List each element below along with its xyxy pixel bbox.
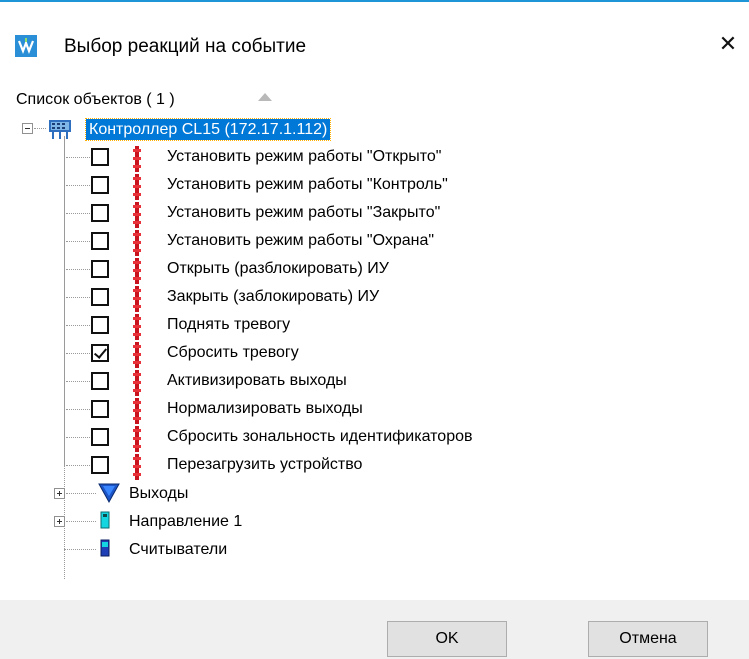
readers-icon	[100, 539, 110, 557]
tree-item-readers[interactable]: Считыватели	[129, 540, 227, 560]
action-label[interactable]: Закрыть (заблокировать) ИУ	[167, 287, 379, 307]
action-checkbox[interactable]	[91, 316, 109, 334]
reaction-icon	[133, 258, 141, 284]
reaction-icon	[133, 202, 141, 228]
tree-connector	[66, 185, 90, 186]
tree-connector	[66, 157, 90, 158]
action-checkbox[interactable]	[91, 148, 109, 166]
action-label[interactable]: Поднять тревогу	[167, 315, 290, 335]
action-checkbox[interactable]	[91, 428, 109, 446]
reaction-icon	[133, 230, 141, 256]
action-checkbox[interactable]	[91, 344, 109, 362]
action-label[interactable]: Нормализировать выходы	[167, 399, 363, 419]
action-label[interactable]: Установить режим работы "Открыто"	[167, 147, 441, 167]
action-checkbox[interactable]	[91, 176, 109, 194]
reaction-icon	[133, 342, 141, 368]
tree-connector	[66, 465, 90, 466]
reaction-icon	[133, 146, 141, 172]
tree-connector	[66, 325, 90, 326]
direction-icon	[100, 511, 110, 529]
action-label[interactable]: Перезагрузить устройство	[167, 455, 362, 475]
tree-connector	[64, 549, 96, 550]
tree-connector	[66, 353, 90, 354]
tree-connector	[66, 521, 96, 522]
tree-connector	[66, 213, 90, 214]
reaction-icon	[133, 314, 141, 340]
reaction-icon	[133, 454, 141, 480]
tree-connector	[66, 409, 90, 410]
action-label[interactable]: Сбросить тревогу	[167, 343, 299, 363]
expand-outputs-button[interactable]	[54, 488, 65, 499]
reaction-icon	[133, 286, 141, 312]
action-checkbox[interactable]	[91, 232, 109, 250]
action-checkbox[interactable]	[91, 260, 109, 278]
action-label[interactable]: Установить режим работы "Охрана"	[167, 231, 434, 251]
action-label[interactable]: Сбросить зональность идентификаторов	[167, 427, 472, 447]
action-label[interactable]: Открыть (разблокировать) ИУ	[167, 259, 389, 279]
tree-connector	[66, 269, 90, 270]
tree-connector	[66, 241, 90, 242]
collapse-controller-button[interactable]	[22, 123, 33, 134]
reaction-icon	[133, 426, 141, 452]
action-checkbox[interactable]	[91, 456, 109, 474]
action-checkbox[interactable]	[91, 400, 109, 418]
action-checkbox[interactable]	[91, 372, 109, 390]
controller-icon	[49, 120, 71, 139]
tree-connector	[66, 297, 90, 298]
controller-node-label[interactable]: Контроллер CL15 (172.17.1.112)	[84, 118, 332, 141]
outputs-icon	[98, 483, 120, 504]
tree-connector	[66, 437, 90, 438]
tree-item-outputs[interactable]: Выходы	[129, 484, 188, 504]
tree-connector	[64, 136, 65, 579]
tree-connector	[34, 128, 46, 129]
tree-connector	[66, 493, 96, 494]
reaction-icon	[133, 398, 141, 424]
tree-connector	[66, 381, 90, 382]
ok-button[interactable]: OK	[387, 621, 507, 657]
reaction-icon	[133, 370, 141, 396]
action-label[interactable]: Установить режим работы "Контроль"	[167, 175, 448, 195]
reaction-icon	[133, 174, 141, 200]
action-label[interactable]: Активизировать выходы	[167, 371, 347, 391]
action-checkbox[interactable]	[91, 204, 109, 222]
action-checkbox[interactable]	[91, 288, 109, 306]
expand-direction-button[interactable]	[54, 516, 65, 527]
tree-item-direction[interactable]: Направление 1	[129, 512, 242, 532]
cancel-button[interactable]: Отмена	[588, 621, 708, 657]
action-label[interactable]: Установить режим работы "Закрыто"	[167, 203, 440, 223]
object-tree: Контроллер CL15 (172.17.1.112) Установит…	[0, 0, 749, 600]
